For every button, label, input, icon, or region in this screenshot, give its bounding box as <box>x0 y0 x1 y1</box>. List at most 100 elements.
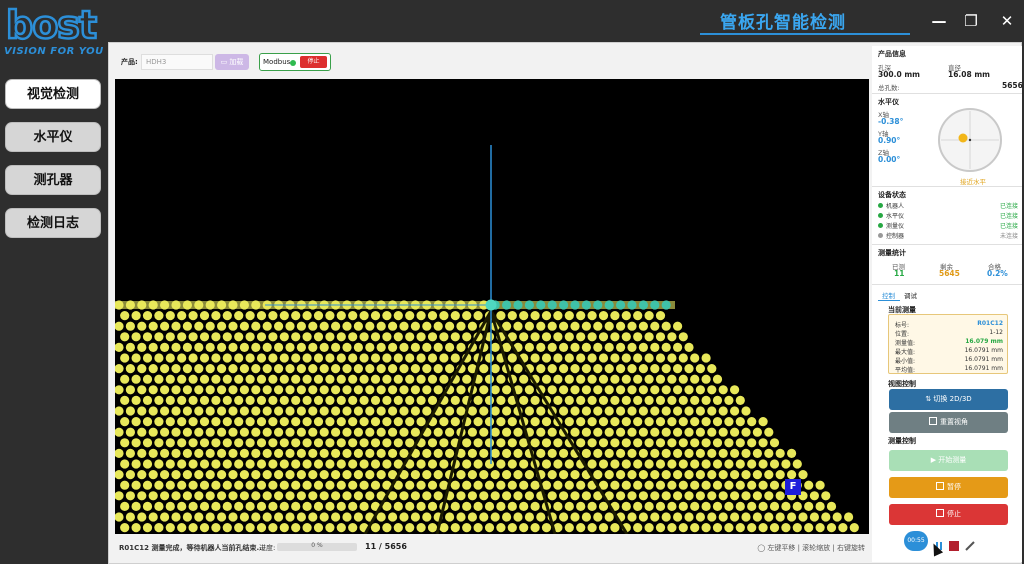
tube-hole <box>655 374 666 384</box>
pen-icon[interactable] <box>965 536 975 551</box>
minimize-button[interactable]: — <box>928 10 950 32</box>
tube-hole <box>490 385 500 395</box>
current-row-measured: 测量值: 16.079 mm <box>895 338 1003 347</box>
device-state: 未连接 <box>999 233 1018 240</box>
tube-hole <box>553 374 563 384</box>
tube-hole <box>285 448 295 458</box>
tube-hole <box>530 353 540 363</box>
tube-hole <box>359 395 369 405</box>
tube-hole <box>194 342 204 352</box>
tube-hole <box>228 300 238 310</box>
y-axis-value: 0.90° <box>878 136 901 145</box>
tube-hole <box>393 395 403 405</box>
tube-hole <box>604 342 614 352</box>
close-button[interactable]: ✕ <box>996 10 1018 32</box>
tube-hole <box>598 438 609 448</box>
tube-hole <box>342 512 352 522</box>
tube-hole <box>678 480 688 490</box>
nav-hole-gauge[interactable]: 测孔器 <box>5 165 101 195</box>
tube-hole <box>541 438 552 448</box>
tube-hole <box>245 417 255 427</box>
tube-hole <box>524 321 534 331</box>
nav-inspection-log[interactable]: 检测日志 <box>5 208 101 238</box>
tube-hole <box>678 523 688 533</box>
stop-button[interactable]: 停止 <box>889 504 1008 525</box>
tube-hole <box>610 311 620 321</box>
tube-hole <box>291 332 301 342</box>
tube-hole <box>393 501 403 511</box>
tube-hole <box>405 438 415 448</box>
tube-hole <box>644 374 654 384</box>
recording-timer[interactable]: 00:55 <box>904 531 928 551</box>
tube-hole <box>519 311 529 321</box>
start-measure-button[interactable]: ▶ 开始测量 <box>889 450 1008 471</box>
tube-hole <box>279 501 289 511</box>
tube-hole <box>832 512 842 522</box>
tube-hole <box>302 311 312 321</box>
tube-hole <box>519 395 529 405</box>
current-row-value: 1-12 <box>989 329 1003 336</box>
tube-hole <box>359 459 369 469</box>
tube-hole <box>570 364 580 374</box>
tube-hole <box>747 523 757 533</box>
tube-hole <box>302 501 312 511</box>
tube-hole <box>359 438 369 448</box>
tube-hole <box>234 501 244 511</box>
tube-hole <box>285 512 295 522</box>
tube-hole <box>376 406 386 416</box>
tab-debug[interactable]: 调试 <box>904 290 917 300</box>
tube-hole <box>433 448 443 458</box>
tube-hole <box>416 480 426 490</box>
pause-button[interactable]: 暂停 <box>889 477 1008 498</box>
tube-hole <box>610 523 620 533</box>
measured-hole <box>536 300 546 310</box>
tube-hole <box>399 406 409 416</box>
tube-hole <box>804 523 814 533</box>
tab-control[interactable]: 控制 <box>882 290 895 300</box>
load-button[interactable]: ▭ 加载 <box>215 54 249 70</box>
tube-hole <box>576 438 586 448</box>
tube-hole <box>182 427 192 437</box>
tube-hole <box>581 427 591 437</box>
tube-hole <box>456 321 466 331</box>
tube-hole <box>382 395 392 405</box>
nav-visual-inspection[interactable]: 视觉检测 <box>5 79 101 109</box>
switch-2d-3d-button[interactable]: ⇅ 切换 2D/3D <box>889 389 1008 410</box>
tube-hole <box>234 438 244 448</box>
restore-button[interactable]: ❐ <box>960 10 982 32</box>
tube-hole <box>439 459 449 469</box>
tube-hole <box>633 353 643 363</box>
product-select[interactable]: HDH3 <box>141 54 213 70</box>
tube-hole <box>673 512 683 522</box>
tube-hole <box>587 395 597 405</box>
tube-hole <box>211 523 221 533</box>
tube-hole <box>707 364 717 374</box>
tube-hole <box>296 491 306 501</box>
nav-level[interactable]: 水平仪 <box>5 122 101 152</box>
tube-hole <box>604 406 614 416</box>
tube-hole <box>336 395 346 405</box>
tube-hole <box>450 501 460 511</box>
tube-hole <box>125 342 135 352</box>
tube-hole <box>598 417 609 427</box>
tube-hole <box>211 353 221 363</box>
tube-hole <box>182 470 192 480</box>
tube-hole <box>319 342 329 352</box>
tube-hole <box>576 395 586 405</box>
tube-hole <box>536 321 546 331</box>
tube-hole <box>758 417 768 427</box>
tube-hole <box>764 427 774 437</box>
tube-hole <box>467 491 477 501</box>
current-hole <box>485 299 497 311</box>
tube-hole <box>251 342 261 352</box>
stop-record-icon[interactable] <box>949 536 959 551</box>
tube-hole <box>211 459 221 469</box>
3d-viewport[interactable]: F <box>115 79 869 534</box>
tube-hole <box>484 374 495 384</box>
tube-hole <box>490 406 500 416</box>
reset-view-button[interactable]: 重置视角 <box>889 412 1008 433</box>
tube-hole <box>188 438 198 448</box>
tube-hole <box>171 321 181 331</box>
modbus-stop-button[interactable]: 停止 <box>300 56 327 68</box>
measured-hole <box>547 300 557 310</box>
